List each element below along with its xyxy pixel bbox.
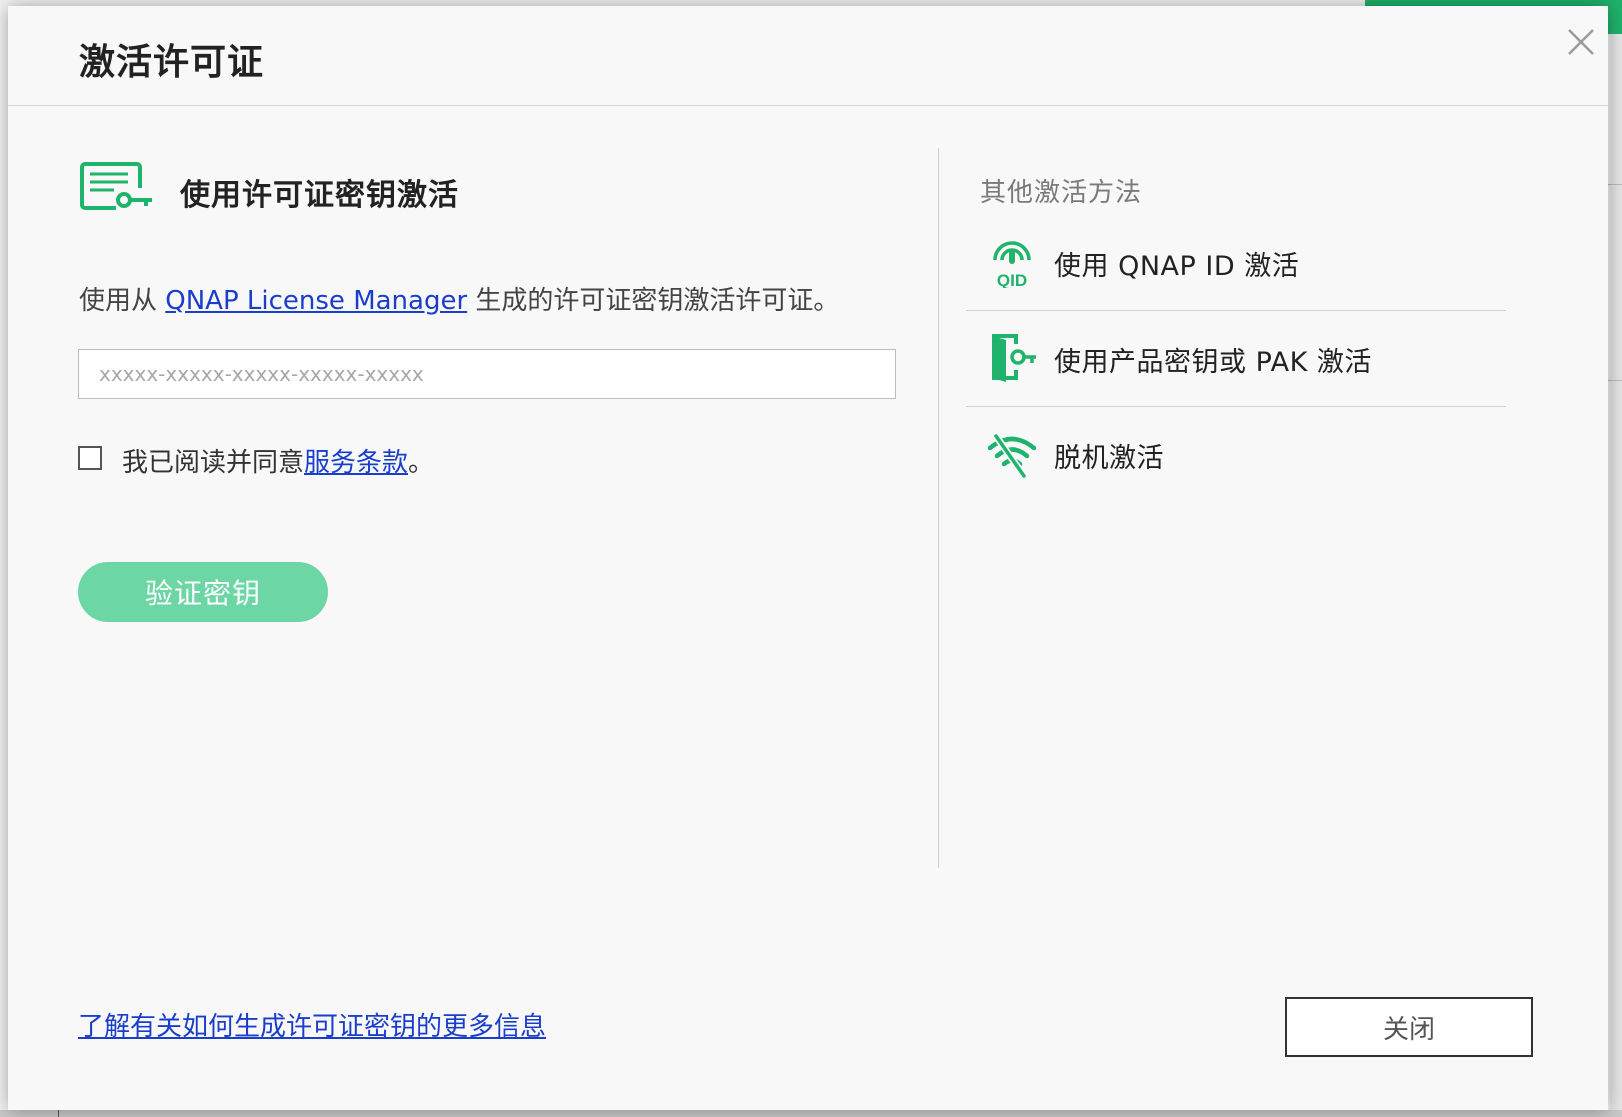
option-label-qnap-id: 使用 QNAP ID 激活 (1054, 251, 1300, 282)
option-product-key[interactable]: 使用产品密钥或 PAK 激活 (966, 310, 1506, 407)
background-side-rail (1610, 34, 1622, 1117)
description-suffix: 生成的许可证密钥激活许可证。 (467, 286, 840, 316)
license-key-input[interactable] (78, 349, 896, 399)
verify-key-button[interactable]: 验证密钥 (78, 562, 328, 622)
product-key-door-icon (992, 334, 1036, 382)
svg-text:QID: QID (997, 271, 1027, 288)
agree-terms-text: 我已阅读并同意服务条款。 (122, 442, 434, 479)
background-bottom-bar (0, 1110, 1622, 1117)
pane-divider (938, 148, 939, 868)
terms-of-service-link[interactable]: 服务条款 (304, 448, 408, 478)
option-offline[interactable]: 脱机激活 (966, 406, 1506, 502)
option-label-offline: 脱机激活 (1054, 443, 1164, 474)
activate-license-dialog: 激活许可证 使用许可证密钥激活 使用从 QNAP License Manager… (8, 6, 1608, 1110)
description-prefix: 使用从 (79, 286, 166, 316)
agree-prefix: 我已阅读并同意 (122, 448, 305, 478)
background-row-divider (1608, 380, 1622, 381)
other-methods-title: 其他激活方法 (980, 178, 1143, 208)
close-button[interactable]: 关闭 (1285, 997, 1533, 1057)
agree-terms-checkbox[interactable] (78, 446, 102, 470)
learn-more-link[interactable]: 了解有关如何生成许可证密钥的更多信息 (78, 1006, 546, 1043)
close-icon[interactable] (1563, 24, 1599, 60)
background-row-divider (1608, 184, 1622, 185)
license-description: 使用从 QNAP License Manager 生成的许可证密钥激活许可证。 (79, 280, 839, 317)
agree-suffix: 。 (408, 448, 435, 478)
dialog-title: 激活许可证 (79, 42, 265, 83)
section-title-license-key: 使用许可证密钥激活 (180, 178, 459, 213)
option-label-product-key: 使用产品密钥或 PAK 激活 (1054, 347, 1372, 378)
background-bottom-tick (58, 1110, 59, 1117)
license-certificate-key-icon (80, 162, 152, 212)
offline-wifi-icon (987, 433, 1037, 479)
option-qnap-id[interactable]: QID 使用 QNAP ID 激活 (966, 214, 1506, 311)
dialog-header: 激活许可证 (8, 6, 1608, 106)
qnap-license-manager-link[interactable]: QNAP License Manager (165, 286, 467, 316)
qnap-id-icon: QID (993, 241, 1031, 288)
